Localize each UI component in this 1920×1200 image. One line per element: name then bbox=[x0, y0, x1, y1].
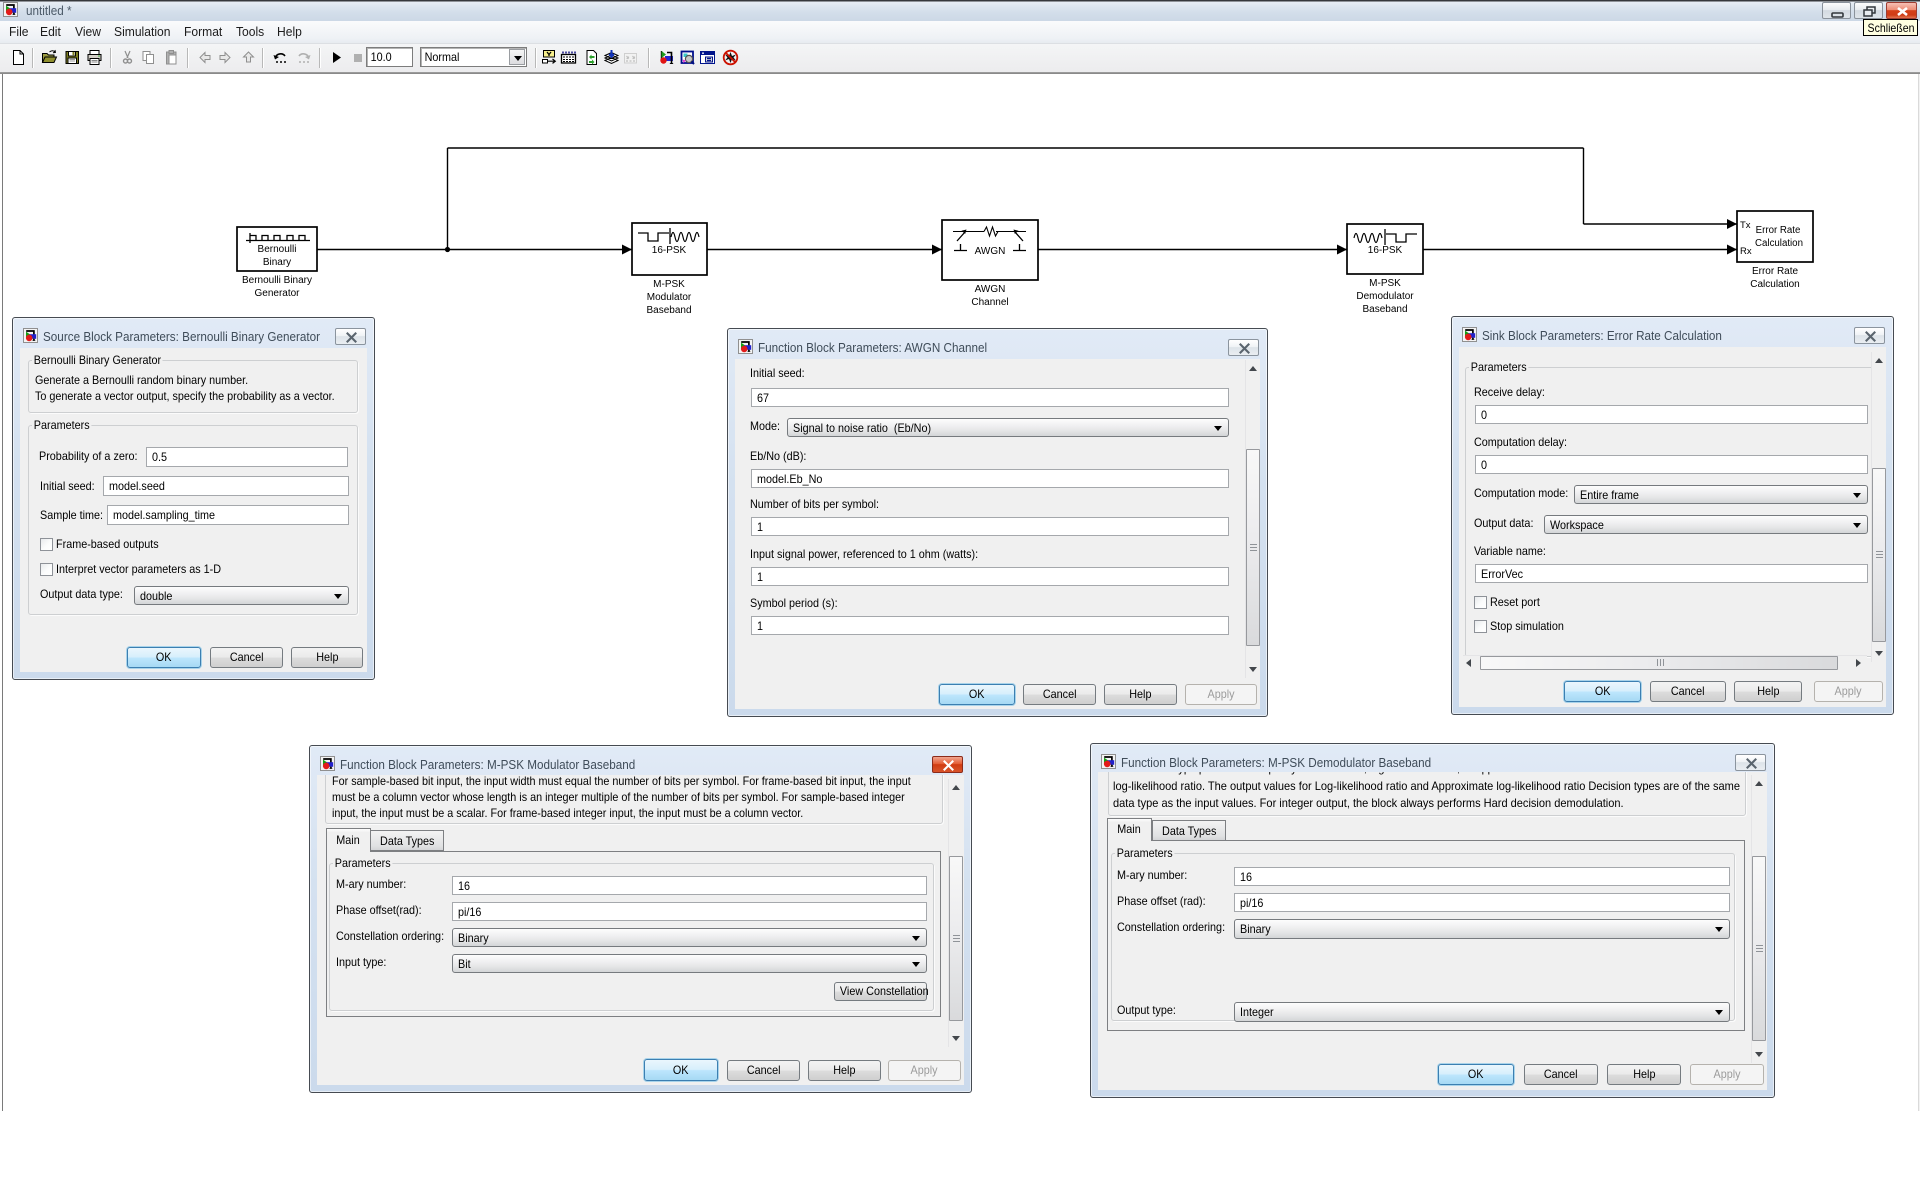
svg-text:16-PSK: 16-PSK bbox=[652, 245, 687, 256]
svg-text:Baseband: Baseband bbox=[646, 305, 691, 316]
svg-text:Demodulator: Demodulator bbox=[1356, 291, 1414, 302]
svg-text:Bernoulli: Bernoulli bbox=[258, 244, 297, 255]
svg-text:M-PSK: M-PSK bbox=[653, 279, 685, 290]
svg-text:Calculation: Calculation bbox=[1750, 279, 1799, 290]
svg-text:Error Rate: Error Rate bbox=[1752, 266, 1799, 277]
svg-text:Rx: Rx bbox=[1740, 246, 1752, 257]
svg-text:Bernoulli Binary: Bernoulli Binary bbox=[242, 275, 312, 286]
svg-text:Error Rate: Error Rate bbox=[1756, 225, 1801, 236]
svg-text:Modulator: Modulator bbox=[647, 292, 692, 303]
svg-text:Tx: Tx bbox=[1740, 220, 1751, 231]
svg-text:Baseband: Baseband bbox=[1362, 304, 1407, 315]
svg-text:AWGN: AWGN bbox=[975, 284, 1006, 295]
svg-text:Channel: Channel bbox=[971, 297, 1008, 308]
svg-text:Generator: Generator bbox=[254, 288, 300, 299]
svg-text:AWGN: AWGN bbox=[975, 246, 1006, 257]
svg-text:16-PSK: 16-PSK bbox=[1368, 245, 1403, 256]
svg-text:Binary: Binary bbox=[263, 257, 291, 268]
svg-text:Calculation: Calculation bbox=[1755, 238, 1803, 249]
svg-text:M-PSK: M-PSK bbox=[1369, 278, 1401, 289]
